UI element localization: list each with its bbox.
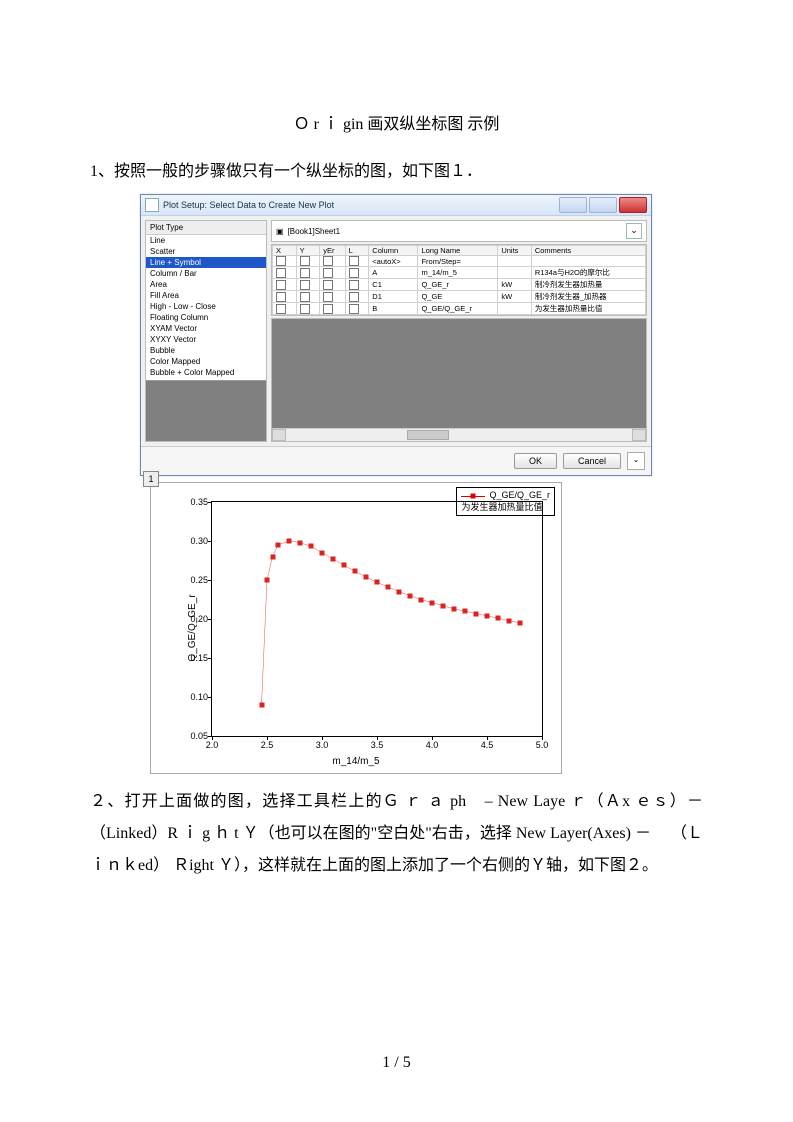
grid-header[interactable]: Units <box>498 246 532 256</box>
grid-header[interactable]: yEr <box>320 246 345 256</box>
book-label: [Book1]Sheet1 <box>288 227 340 236</box>
data-point <box>386 585 391 590</box>
data-point <box>265 577 270 582</box>
h-scrollbar[interactable] <box>272 428 646 441</box>
minimize-button[interactable] <box>559 197 587 213</box>
grid-header[interactable]: Long Name <box>418 246 498 256</box>
plot-type-item[interactable]: High - Low - Close <box>146 301 266 312</box>
x-tick-label: 4.0 <box>426 740 439 750</box>
x-tick-label: 5.0 <box>536 740 549 750</box>
book-row[interactable]: ▣ [Book1]Sheet1 ⌄ <box>271 220 647 242</box>
data-point <box>419 597 424 602</box>
data-point <box>408 593 413 598</box>
y-axis-label: Q_GE/Q_GE_r <box>187 594 198 661</box>
data-point <box>270 554 275 559</box>
table-row[interactable]: D1Q_GEkW制冷剂发生器_加热器 <box>273 291 646 303</box>
legend-entry-1: Q_GE/Q_GE_r <box>489 490 550 502</box>
chart-plot-area: 0.050.100.150.200.250.300.352.02.53.03.5… <box>211 501 543 737</box>
expand-panel-button[interactable]: ⌄ <box>627 452 645 470</box>
y-tick-label: 0.25 <box>190 575 208 585</box>
x-tick-label: 2.5 <box>261 740 274 750</box>
paragraph-2: ２、打开上面做的图，选择工具栏上的Ｇ ｒ ａ ph – New Laye ｒ（Ａ… <box>90 786 703 882</box>
data-point <box>452 606 457 611</box>
cancel-button[interactable]: Cancel <box>563 453 621 469</box>
grid-header[interactable]: Comments <box>531 246 645 256</box>
plot-type-item[interactable]: Floating Column <box>146 312 266 323</box>
table-row[interactable]: C1Q_GE_rkW制冷剂发生器加热量 <box>273 279 646 291</box>
preview-area <box>271 318 647 442</box>
y-tick-label: 0.10 <box>190 692 208 702</box>
plot-type-item[interactable]: XYXY Vector <box>146 334 266 345</box>
y-tick-label: 0.15 <box>190 653 208 663</box>
x-tick-label: 4.5 <box>481 740 494 750</box>
plot-setup-dialog: Plot Setup: Select Data to Create New Pl… <box>140 194 652 476</box>
table-row[interactable]: <autoX>From/Step= <box>273 256 646 267</box>
grid-header[interactable]: Column <box>369 246 418 256</box>
plot-type-item[interactable]: Line <box>146 235 266 246</box>
plot-type-preview <box>146 380 266 441</box>
plot-type-item[interactable]: Bubble <box>146 345 266 356</box>
plot-type-item[interactable]: Column / Bar <box>146 268 266 279</box>
data-point <box>496 616 501 621</box>
grid-header[interactable]: X <box>273 246 297 256</box>
plot-type-item[interactable]: Bubble + Color Mapped <box>146 367 266 378</box>
data-point <box>507 618 512 623</box>
close-button[interactable] <box>619 197 647 213</box>
table-row[interactable]: Am_14/m_5R134a与H2O的摩尔比 <box>273 267 646 279</box>
plot-type-item[interactable]: Color Mapped <box>146 356 266 367</box>
data-point <box>342 563 347 568</box>
plot-type-item[interactable]: Fill Area <box>146 290 266 301</box>
scroll-right-arrow[interactable] <box>632 429 646 441</box>
y-tick-label: 0.30 <box>190 536 208 546</box>
data-point <box>518 620 523 625</box>
grid-header[interactable]: L <box>345 246 369 256</box>
plot-type-header: Plot Type <box>146 221 266 235</box>
x-tick-label: 3.5 <box>371 740 384 750</box>
data-point <box>353 569 358 574</box>
dialog-title: Plot Setup: Select Data to Create New Pl… <box>163 200 559 210</box>
plot-type-list[interactable]: LineScatterLine + SymbolColumn / BarArea… <box>146 235 266 380</box>
grid-header[interactable]: Y <box>296 246 320 256</box>
data-point <box>259 702 264 707</box>
paragraph-1: 1、按照一般的步骤做只有一个纵坐标的图，如下图１． <box>90 156 703 188</box>
page-title: Ｏ r ｉ gin 画双纵坐标图 示例 <box>90 110 703 134</box>
data-point <box>375 580 380 585</box>
data-point <box>320 550 325 555</box>
tree-icon: ▣ <box>276 227 284 236</box>
data-point <box>485 613 490 618</box>
scroll-left-arrow[interactable] <box>272 429 286 441</box>
data-point <box>474 611 479 616</box>
page-number: 1 / 5 <box>0 1054 793 1072</box>
maximize-button[interactable] <box>589 197 617 213</box>
data-point <box>276 542 281 547</box>
data-point <box>397 589 402 594</box>
legend-marker-icon <box>461 492 485 500</box>
data-point <box>463 609 468 614</box>
chart-figure-1: 1 Q_GE/Q_GE_r 为发生器加热量比值 Q_GE/Q_GE_r m_14… <box>150 482 562 774</box>
dialog-titlebar: Plot Setup: Select Data to Create New Pl… <box>141 195 651 216</box>
plot-type-item[interactable]: Scatter <box>146 246 266 257</box>
data-point <box>309 544 314 549</box>
data-point <box>430 600 435 605</box>
table-row[interactable]: BQ_GE/Q_GE_r为发生器加热量比值 <box>273 303 646 315</box>
data-point <box>298 540 303 545</box>
data-point <box>331 556 336 561</box>
plot-type-panel: Plot Type LineScatterLine + SymbolColumn… <box>145 220 267 442</box>
data-point <box>441 603 446 608</box>
app-icon <box>145 198 159 212</box>
x-tick-label: 2.0 <box>206 740 219 750</box>
y-tick-label: 0.20 <box>190 614 208 624</box>
layer-badge[interactable]: 1 <box>143 471 159 487</box>
plot-type-item[interactable]: Line + Symbol <box>146 257 266 268</box>
data-point <box>364 574 369 579</box>
plot-type-item[interactable]: XYAM Vector <box>146 323 266 334</box>
column-grid[interactable]: XYyErLColumnLong NameUnitsComments<autoX… <box>271 244 647 316</box>
ok-button[interactable]: OK <box>514 453 557 469</box>
y-tick-label: 0.35 <box>190 497 208 507</box>
data-point <box>287 538 292 543</box>
x-tick-label: 3.0 <box>316 740 329 750</box>
x-axis-label: m_14/m_5 <box>151 756 561 767</box>
expand-button[interactable]: ⌄ <box>626 223 642 239</box>
plot-type-item[interactable]: Area <box>146 279 266 290</box>
